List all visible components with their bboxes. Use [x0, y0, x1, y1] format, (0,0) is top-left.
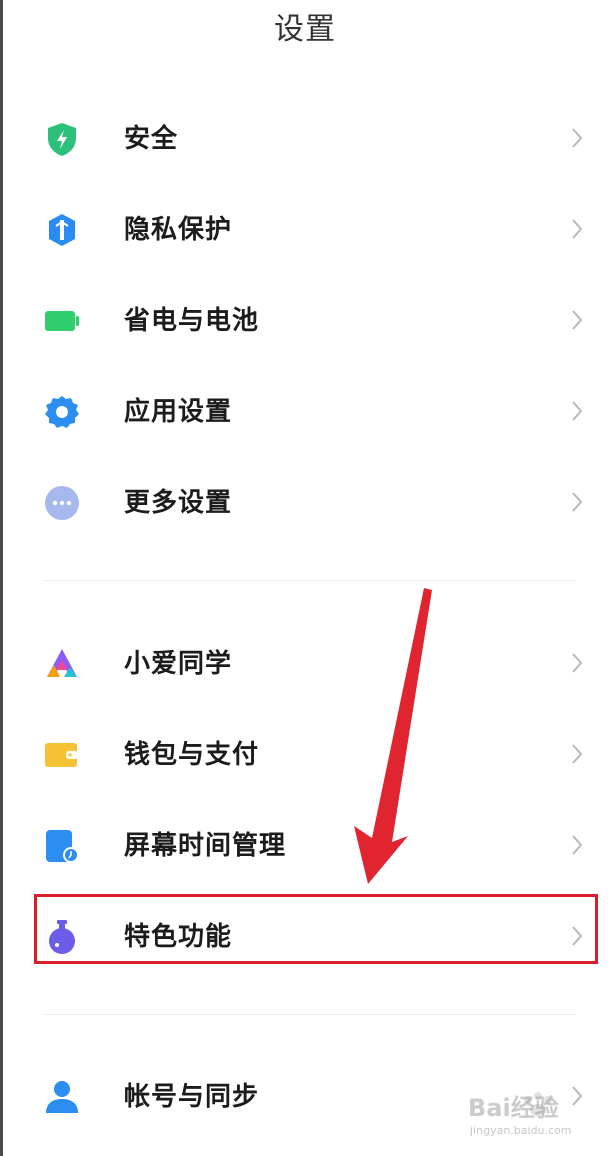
xiaoai-icon: [47, 649, 77, 677]
watermark-text: Bai经验: [468, 1094, 559, 1122]
highlight-box: [34, 894, 598, 964]
chevron-right-icon: [572, 744, 583, 764]
chevron-right-icon: [572, 310, 583, 330]
chevron-right-icon: [572, 401, 583, 421]
settings-item-label: 帐号与同步: [124, 1082, 260, 1112]
settings-item-app-settings[interactable]: 应用设置: [0, 365, 610, 455]
settings-item-label: 省电与电池: [124, 306, 260, 336]
settings-item-security[interactable]: 安全: [0, 92, 610, 182]
settings-item-label: 应用设置: [124, 397, 233, 427]
privacy-icon: [49, 214, 75, 246]
settings-item-privacy[interactable]: 隐私保护: [0, 183, 610, 273]
settings-item-label: 隐私保护: [124, 215, 233, 245]
shield-icon: [48, 123, 76, 156]
settings-item-xiaoai[interactable]: 小爱同学: [0, 617, 610, 707]
page-title: 设置: [274, 12, 336, 47]
watermark-url: jingyan.baidu.com: [470, 1124, 572, 1137]
chevron-right-icon: [572, 219, 583, 239]
chevron-right-icon: [572, 835, 583, 855]
wallet-icon: [45, 743, 78, 767]
battery-icon: [45, 311, 79, 331]
settings-item-screen-time[interactable]: 屏幕时间管理: [0, 799, 610, 889]
chevron-right-icon: [572, 128, 583, 148]
settings-item-more-settings[interactable]: 更多设置: [0, 456, 610, 546]
more-icon: [45, 486, 79, 520]
chevron-right-icon: [572, 653, 583, 673]
settings-item-label: 屏幕时间管理: [124, 831, 287, 861]
screen-time-icon: [46, 830, 79, 863]
account-icon: [46, 1081, 78, 1113]
settings-item-label: 更多设置: [124, 488, 233, 518]
settings-item-wallet[interactable]: 钱包与支付: [0, 708, 610, 798]
section-divider: [44, 580, 576, 581]
settings-item-label: 钱包与支付: [124, 740, 260, 770]
section-divider: [44, 1014, 576, 1015]
settings-item-battery[interactable]: 省电与电池: [0, 274, 610, 364]
gear-icon: [45, 396, 79, 428]
settings-item-label: 小爱同学: [124, 649, 233, 679]
settings-item-label: 安全: [124, 124, 179, 154]
chevron-right-icon: [572, 492, 583, 512]
